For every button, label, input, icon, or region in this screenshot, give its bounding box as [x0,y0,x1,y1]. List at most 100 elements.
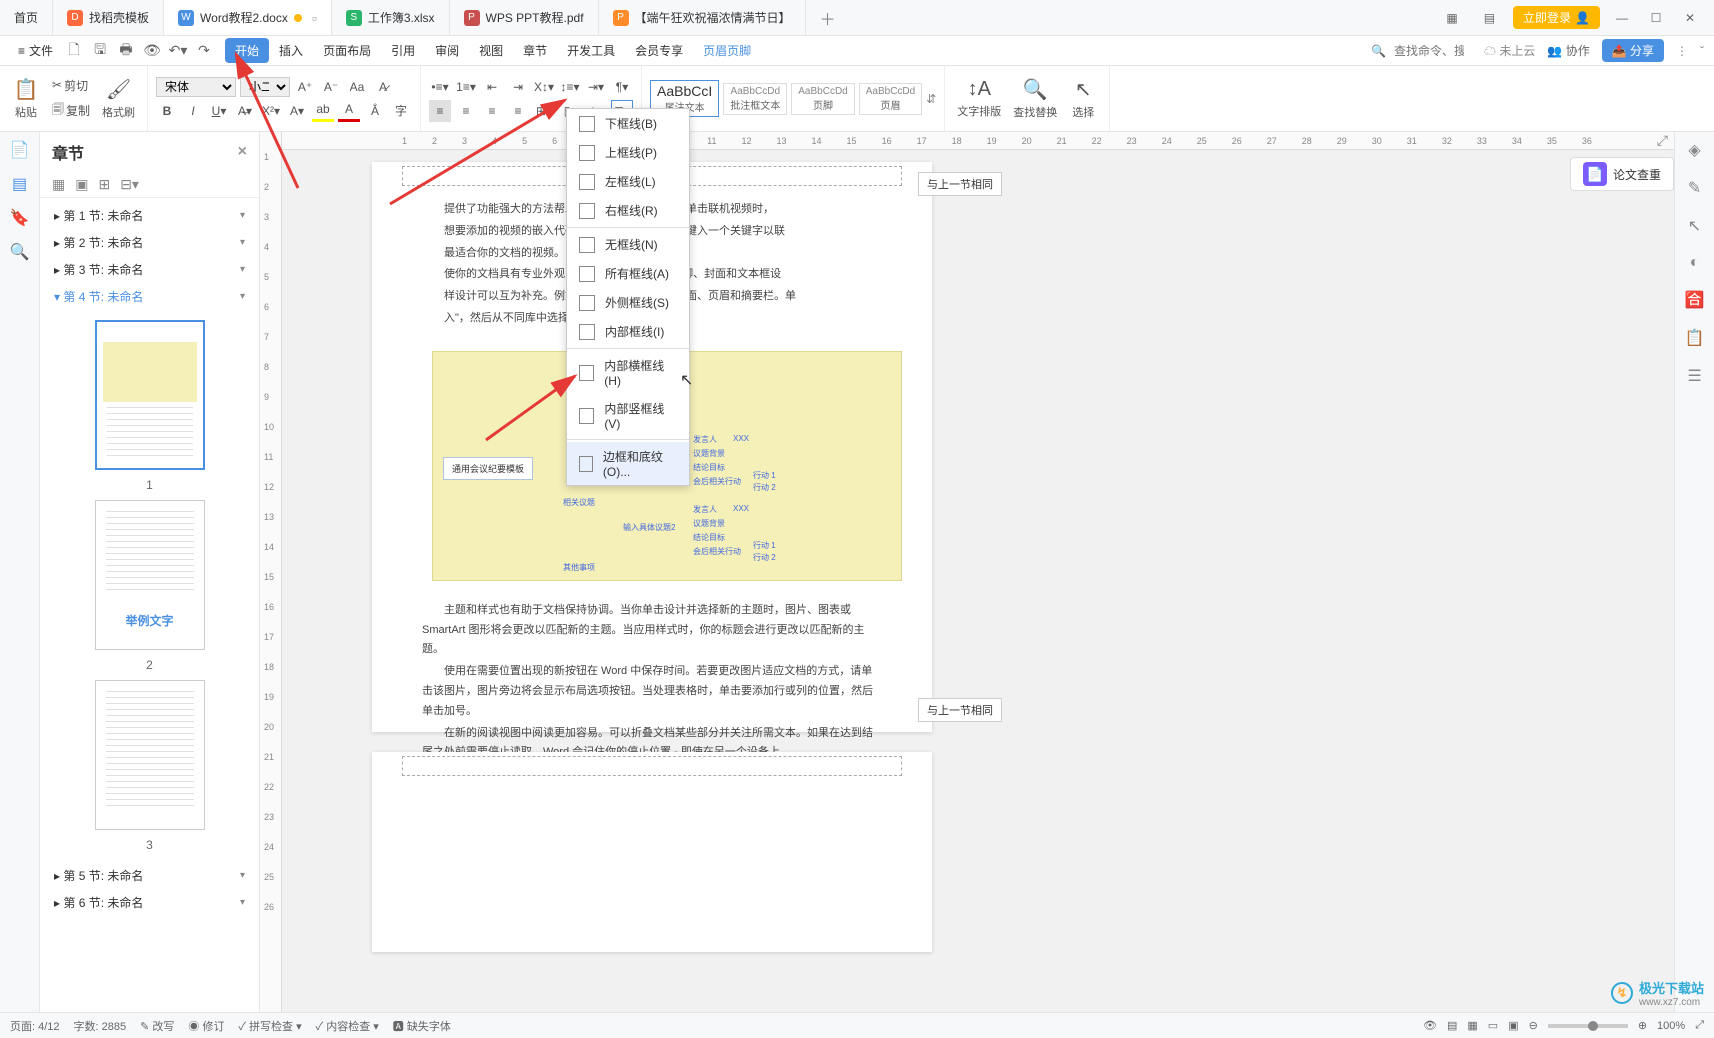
same-as-prev-badge[interactable]: 与上一节相同 [918,172,1002,196]
align-center-icon[interactable]: ≡ [455,100,477,122]
border-menu-item[interactable]: 无框线(N) [567,230,689,259]
style-footer[interactable]: AaBbCcDd页脚 [791,83,854,115]
border-menu-item[interactable]: 下框线(B) [567,109,689,138]
section-1[interactable]: ▸ 第 1 节: 未命名▾ [40,202,259,229]
missing-font[interactable]: 🅰 缺失字体 [393,1018,451,1034]
border-menu-item[interactable]: 内部竖框线(V) [567,394,689,437]
login-button[interactable]: 立即登录👤 [1513,6,1600,29]
zoom-out-icon[interactable]: ⊖ [1529,1019,1538,1032]
thumb-3[interactable] [95,680,205,830]
bold-icon[interactable]: B [156,100,178,122]
revise-toggle[interactable]: ◉ 修订 [188,1018,224,1034]
pen-icon[interactable]: ✎ [1688,178,1701,198]
print-preview-icon[interactable]: 👁 [143,42,161,60]
indent-dec-icon[interactable]: ⇤ [481,76,503,98]
copy-button[interactable]: 🗐复制 [48,98,94,123]
view-fit-icon[interactable]: ▣ [1508,1019,1518,1032]
file-menu[interactable]: ≡文件 [10,38,61,63]
thumb-2[interactable]: 举例文字 [95,500,205,650]
undo-icon[interactable]: ↶▾ [169,42,187,60]
search-icon[interactable]: 🔍 [1371,44,1386,58]
save-icon[interactable]: 🖫 [91,42,109,60]
section-add-icon[interactable]: ⊞ [98,176,110,193]
sections-list[interactable]: ▸ 第 1 节: 未命名▾ ▸ 第 2 节: 未命名▾ ▸ 第 3 节: 未命名… [40,198,259,1012]
new-icon[interactable]: 🗋 [65,42,83,60]
section-5[interactable]: ▸ 第 5 节: 未命名▾ [40,862,259,889]
menu-review[interactable]: 审阅 [425,38,469,63]
align-left-icon[interactable]: ≡ [429,100,451,122]
same-as-prev-footer[interactable]: 与上一节相同 [918,698,1002,722]
track-mode[interactable]: ✎ 改写 [140,1018,174,1034]
distribute-icon[interactable]: ⊞▾ [533,100,555,122]
content-check[interactable]: ✓ 内容检查 ▾ [316,1018,379,1034]
collapse-side-icon[interactable]: ⤢ [1657,132,1668,149]
shrink-font-icon[interactable]: A⁻ [320,76,342,98]
view-print-icon[interactable]: ▤ [1447,1019,1457,1032]
select-button[interactable]: ↖选择 [1065,75,1101,122]
paste-button[interactable]: 📋粘贴 [8,75,44,122]
cloud-status[interactable]: ☁ 未上云 [1484,42,1535,59]
border-menu-item[interactable]: 内部横框线(H) [567,351,689,394]
translate-icon[interactable]: 🈴 [1685,290,1705,310]
char-border-icon[interactable]: 字 [390,100,412,122]
menu-reference[interactable]: 引用 [381,38,425,63]
border-menu-item[interactable]: 上框线(P) [567,138,689,167]
align-justify-icon[interactable]: ≡ [507,100,529,122]
menu-header-footer[interactable]: 页眉页脚 [693,38,761,63]
zoom-slider[interactable] [1548,1024,1628,1028]
underline-icon[interactable]: U▾ [208,100,230,122]
minimize-button[interactable]: — [1610,11,1634,25]
close-window-button[interactable]: ✕ [1678,11,1702,25]
border-menu-item[interactable]: 所有框线(A) [567,259,689,288]
tab-templates[interactable]: D找稻壳模板 [53,0,164,35]
tab-word-doc[interactable]: WWord教程2.docx▫ [164,0,332,35]
add-section-icon[interactable]: ▦ [52,176,65,193]
menu-view[interactable]: 视图 [469,38,513,63]
horizontal-ruler[interactable]: 1234567891011121314151617181920212223242… [282,132,1674,150]
cursor-icon[interactable]: ↖ [1688,216,1701,236]
styles-more-icon[interactable]: ⇵ [926,92,936,106]
change-case-icon[interactable]: Aa [346,76,368,98]
menu-layout[interactable]: 页面布局 [313,38,381,63]
redo-icon[interactable]: ↷ [195,42,213,60]
thumb-1[interactable] [95,320,205,470]
settings-icon[interactable]: ◐ [1690,254,1700,272]
border-menu-item[interactable]: 边框和底纹(O)... [567,442,689,485]
tab-icon[interactable]: ⇥▾ [585,76,607,98]
sections-icon[interactable]: ▤ [12,174,27,194]
view-outline-icon[interactable]: ▭ [1488,1019,1498,1032]
strike-icon[interactable]: A̶▾ [234,100,256,122]
border-menu-item[interactable]: 内部框线(I) [567,317,689,346]
section-6[interactable]: ▸ 第 6 节: 未命名▾ [40,889,259,916]
border-menu-item[interactable]: 左框线(L) [567,167,689,196]
style-pane-icon[interactable]: ◈ [1688,140,1700,160]
size-select[interactable]: 小二 [240,77,290,97]
zoom-value[interactable]: 100% [1657,1020,1685,1032]
line-spacing-icon[interactable]: ↕≡▾ [559,76,581,98]
menu-start[interactable]: 开始 [225,38,269,63]
align-right-icon[interactable]: ≡ [481,100,503,122]
tab-home[interactable]: 首页 [0,0,53,35]
share-button[interactable]: 📤 分享 [1602,39,1664,62]
style-header[interactable]: AaBbCcDd页眉 [859,83,922,115]
clipboard-icon[interactable]: 📋 [1685,328,1705,348]
task-icon[interactable]: ☰ [1687,366,1701,386]
text-effects-icon[interactable]: A▾ [286,100,308,122]
menu-section[interactable]: 章节 [513,38,557,63]
menu-devtools[interactable]: 开发工具 [557,38,625,63]
border-menu-item[interactable]: 外侧框线(S) [567,288,689,317]
more-icon[interactable]: ⋮ [1676,44,1688,58]
search-panel-icon[interactable]: 🔍 [10,242,30,262]
menu-vip[interactable]: 会员专享 [625,38,693,63]
super-sub-icon[interactable]: X²▾ [260,100,282,122]
text-arrange-button[interactable]: ↕A文字排版 [953,76,1005,121]
highlight-icon[interactable]: ab [312,100,334,122]
word-count[interactable]: 字数: 2885 [74,1018,127,1034]
italic-icon[interactable]: I [182,100,204,122]
font-select[interactable]: 宋体 [156,77,236,97]
phonetic-icon[interactable]: A̐ [364,100,386,122]
add-tab-button[interactable]: ＋ [806,0,850,35]
number-list-icon[interactable]: 1≡▾ [455,76,477,98]
document-canvas[interactable]: 1234567891011121314151617181920212223242… [282,132,1674,1012]
paper-check-button[interactable]: 📄论文查重 [1570,157,1674,191]
